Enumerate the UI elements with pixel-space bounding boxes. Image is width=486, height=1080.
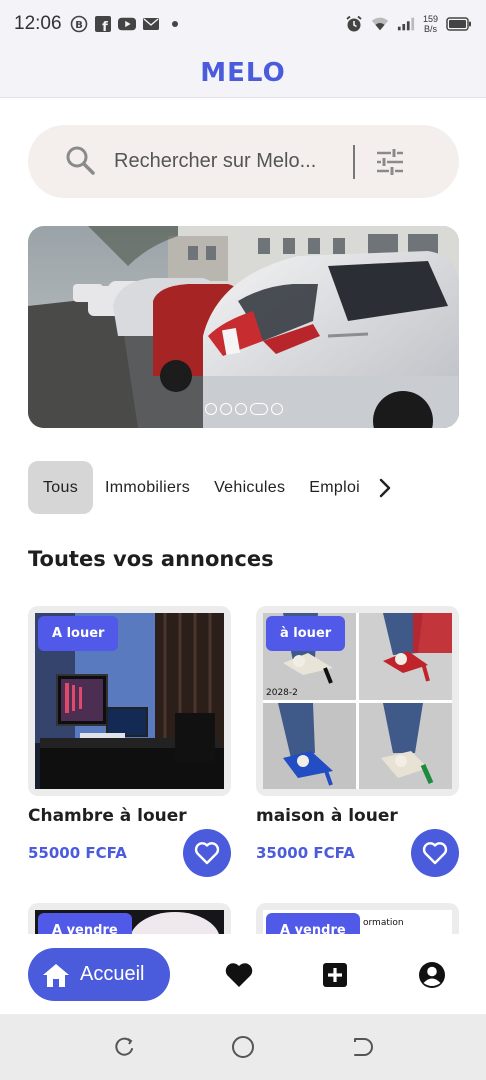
youtube-icon [117,15,136,33]
heart-outline-icon [194,842,220,865]
search-input[interactable]: Rechercher sur Melo... [114,150,353,173]
system-nav-bar [0,1014,486,1080]
carousel-dot[interactable] [234,403,247,415]
listing-price: 55000 FCFA [28,844,127,862]
tab-emploi[interactable]: Emploi [297,461,372,514]
recent-apps-icon[interactable] [111,1034,137,1060]
app-header: MELO [0,48,486,98]
banner-carousel[interactable] [28,226,459,428]
listing-image-frame: A louer [28,606,231,796]
carousel-dots [28,403,459,415]
banner-image [28,226,459,428]
b-circle-icon: B [70,15,88,33]
mail-icon [142,15,160,33]
favorite-button[interactable] [411,829,459,877]
facebook-icon: f [94,15,112,33]
carousel-dot[interactable] [270,403,283,415]
filter-icon[interactable] [373,145,407,179]
tab-tous[interactable]: Tous [28,461,93,514]
app-logo: MELO [200,57,286,88]
net-speed-unit: B/s [423,24,437,34]
favorite-button[interactable] [183,829,231,877]
listing-card[interactable]: 2028-2 à louer maison à louer 35000 FCFA [256,606,459,877]
net-speed: 159 B/s [423,14,438,34]
battery-icon [446,15,472,33]
carousel-dot[interactable] [219,403,232,415]
carousel-dot[interactable] [204,403,217,415]
listing-image-caption: 2028-2 [266,688,298,698]
add-icon[interactable] [320,960,350,990]
tab-vehicules[interactable]: Vehicules [202,461,297,514]
status-bar: 12:06 B f 159 B/s [0,0,486,48]
search-bar[interactable]: Rechercher sur Melo... [28,125,459,198]
listing-title: Chambre à louer [28,806,187,826]
wifi-icon [371,15,389,33]
listing-card[interactable]: A louer Chambre à louer 55000 FCFA [28,606,231,877]
listing-title: maison à louer [256,806,398,826]
back-icon[interactable] [349,1034,375,1060]
signal-icon [397,15,415,33]
bottom-nav: Accueil [0,934,486,1014]
heart-outline-icon [422,842,448,865]
listing-badge: A louer [38,616,119,651]
search-divider [353,144,355,179]
listing-image-frame: 2028-2 à louer [256,606,459,796]
nav-home-button[interactable]: Accueil [28,948,170,1001]
chevron-right-icon[interactable] [378,478,392,498]
net-speed-value: 159 [422,14,438,24]
svg-text:f: f [102,20,108,33]
dot-icon [166,15,184,33]
tab-immobiliers[interactable]: Immobiliers [93,461,202,514]
listing-badge: à louer [266,616,346,651]
heart-icon[interactable] [224,960,254,990]
listing-image-caption: ormation [363,918,404,928]
nav-home-label: Accueil [80,963,145,985]
home-circle-icon[interactable] [230,1034,256,1060]
status-time: 12:06 [14,13,62,34]
home-icon [43,963,69,987]
listing-price: 35000 FCFA [256,844,355,862]
carousel-dot-active[interactable] [249,403,268,415]
section-title: Toutes vos annonces [28,547,274,571]
search-icon[interactable] [64,144,96,180]
svg-text:B: B [75,20,83,31]
category-tabs: Tous Immobiliers Vehicules Emploi [28,461,459,514]
account-icon[interactable] [417,960,447,990]
alarm-icon [345,15,363,33]
